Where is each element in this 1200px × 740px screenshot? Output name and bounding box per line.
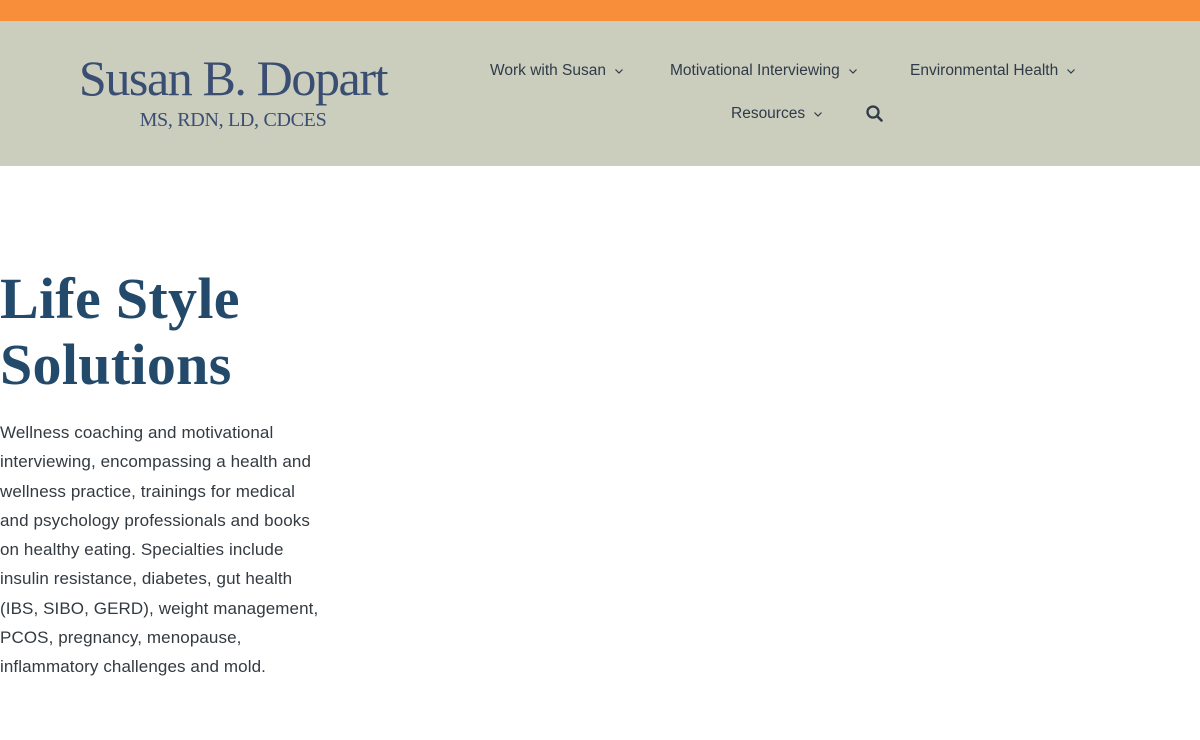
page-title-line-1: Life Style bbox=[0, 266, 240, 331]
nav-item-label: Work with Susan bbox=[490, 62, 607, 79]
nav-item-label: Environmental Health bbox=[910, 62, 1059, 79]
chevron-down-icon bbox=[614, 66, 624, 76]
page-title-line-2: Solutions bbox=[0, 332, 232, 397]
chevron-down-icon bbox=[813, 109, 823, 119]
nav-item-resources[interactable]: Resources bbox=[731, 105, 823, 123]
chevron-down-icon bbox=[848, 66, 858, 76]
nav-item-work-with-susan[interactable]: Work with Susan bbox=[490, 62, 624, 80]
chevron-down-icon bbox=[1066, 66, 1076, 76]
page-title: Life Style Solutions bbox=[0, 266, 240, 398]
hero-description: Wellness coaching and motivational inter… bbox=[0, 423, 319, 677]
logo-name: Susan B. Dopart bbox=[78, 50, 389, 106]
nav-item-label: Resources bbox=[731, 105, 806, 122]
nav-item-motivational-interviewing[interactable]: Motivational Interviewing bbox=[670, 62, 858, 80]
logo-credentials: MS, RDN, LD, CDCES bbox=[139, 109, 327, 131]
nav-item-environmental-health[interactable]: Environmental Health bbox=[910, 62, 1076, 80]
site-header: Susan B. Dopart MS, RDN, LD, CDCES Work … bbox=[0, 21, 1200, 166]
search-icon bbox=[866, 105, 883, 122]
top-accent-bar bbox=[0, 0, 1200, 21]
search-button[interactable] bbox=[865, 104, 885, 124]
nav-item-label: Motivational Interviewing bbox=[670, 62, 840, 79]
site-logo[interactable]: Susan B. Dopart MS, RDN, LD, CDCES bbox=[58, 51, 408, 131]
